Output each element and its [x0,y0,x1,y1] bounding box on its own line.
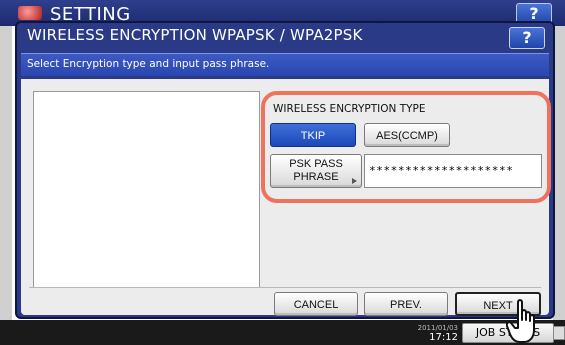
dialog-body: WIRELESS ENCRYPTION TYPE TKIP AES(CCMP) … [21,79,551,316]
app-logo-icon [18,6,42,20]
cancel-button[interactable]: CANCEL [274,292,358,316]
message-bar: Select Encryption type and input pass ph… [21,53,549,76]
time-text: 17:12 [429,332,458,343]
prev-button[interactable]: PREV. [364,292,448,316]
highlight-ring [261,91,551,203]
clock: 2011/01/03 17:12 [410,324,458,343]
hand-pointer-icon [506,299,535,343]
network-list-panel [33,91,260,288]
dialog-title: WIRELESS ENCRYPTION WPAPSK / WPA2PSK [27,26,363,44]
wireless-encryption-dialog: WIRELESS ENCRYPTION WPAPSK / WPA2PSK ? S… [15,21,555,319]
footer-divider [29,287,541,288]
date-text: 2011/01/03 [417,324,458,332]
instruction-message: Select Encryption type and input pass ph… [27,58,270,70]
help-button[interactable]: ? [509,27,545,49]
background-left-strip [0,26,12,326]
scroll-arrow-icon[interactable] [553,326,565,340]
